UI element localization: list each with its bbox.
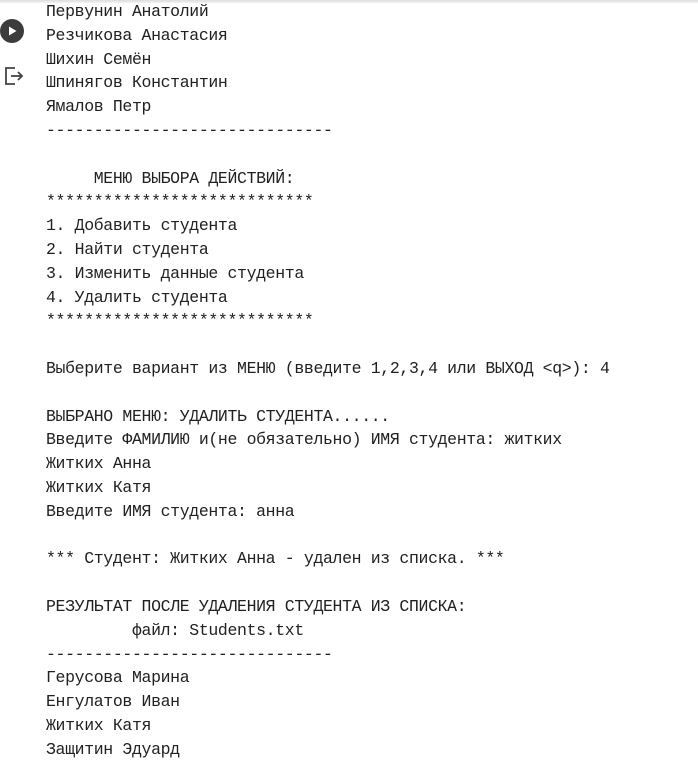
output-line: 2. Найти студента [46, 239, 209, 259]
output-line: ------------------------------ [46, 644, 333, 664]
output-line: РЕЗУЛЬТАТ ПОСЛЕ УДАЛЕНИЯ СТУДЕНТА ИЗ СПИ… [46, 596, 467, 616]
output-line: МЕНЮ ВЫБОРА ДЕЙСТВИЙ: [46, 168, 295, 188]
output-line: **************************** [46, 311, 314, 331]
output-line: *** Студент: Житких Анна - удален из спи… [46, 549, 505, 569]
output-line: Шпинягов Константин [46, 73, 228, 93]
output-line: Житких Катя [46, 477, 152, 497]
output-line: Ямалов Петр [46, 97, 152, 117]
output-line: 3. Изменить данные студента [46, 263, 304, 283]
output-line: Герусова Марина [46, 668, 190, 688]
output-line: Шихин Семён [46, 49, 152, 69]
play-icon [9, 26, 17, 36]
cell-gutter [0, 0, 36, 768]
output-line: ------------------------------ [46, 120, 333, 140]
output-line: Первунин Анатолий [46, 2, 209, 21]
output-line: Защитин Эдуард [46, 739, 180, 759]
output-line: Житких Катя [46, 715, 152, 735]
run-cell-button[interactable] [0, 19, 24, 43]
output-line: ВЫБРАНО МЕНЮ: УДАЛИТЬ СТУДЕНТА...... [46, 406, 390, 426]
output-exit-icon[interactable] [3, 65, 25, 87]
output-line: 1. Добавить студента [46, 216, 238, 236]
output-line: файл: Students.txt [46, 620, 304, 640]
output-line: Енгулатов Иван [46, 692, 180, 712]
cell-output: Первунин Анатолий Резчикова Анастасия Шихи… [46, 0, 696, 762]
exit-arrow-icon [5, 67, 24, 85]
output-line: **************************** [46, 192, 314, 212]
output-line: Выберите вариант из МЕНЮ (введите 1,2,3,… [46, 358, 610, 378]
output-line: Введите ФАМИЛИЮ и(не обязательно) ИМЯ ст… [46, 430, 562, 450]
output-line: Резчикова Анастасия [46, 25, 228, 45]
output-line: Житких Анна [46, 454, 152, 474]
output-line: 4. Удалить студента [46, 287, 228, 307]
output-line: Введите ИМЯ студента: анна [46, 501, 295, 521]
